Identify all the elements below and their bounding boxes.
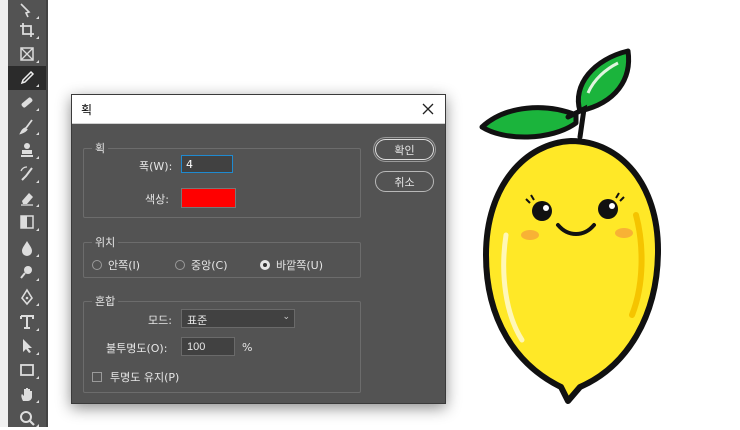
radio-outside[interactable]: 바깥쪽(U)	[260, 257, 323, 273]
healing-brush-tool[interactable]	[8, 90, 46, 114]
arrow-icon	[23, 339, 32, 353]
more-tools-indicator	[36, 352, 39, 355]
radio-outside-label: 바깥쪽(U)	[276, 259, 323, 272]
more-tools-indicator	[36, 278, 39, 281]
eyedropper-icon	[20, 70, 35, 85]
more-tools-indicator	[36, 156, 39, 159]
preserve-transparency-checkbox[interactable]: 투명도 유지(P)	[92, 369, 179, 385]
eraser-icon	[21, 193, 33, 206]
more-tools-indicator	[36, 108, 39, 111]
frame-icon	[20, 47, 34, 61]
more-tools-indicator	[36, 254, 39, 257]
radio-dot	[92, 260, 102, 270]
color-swatch[interactable]	[181, 188, 236, 208]
gradient-icon	[20, 215, 34, 229]
stroke-dialog: 획 획 폭(W): 색상: 위치 안쪽(I) 중앙(C) 바깥쪽(U) 혼합 모…	[71, 94, 446, 404]
tools-panel	[0, 0, 48, 427]
radio-dot	[260, 260, 270, 270]
clone-stamp-tool[interactable]	[8, 138, 46, 162]
location-legend: 위치	[95, 236, 116, 249]
blur-tool[interactable]	[8, 236, 46, 260]
stamp-icon	[21, 143, 33, 157]
close-button[interactable]	[417, 98, 439, 120]
frame-tool[interactable]	[8, 42, 46, 66]
radio-inside-label: 안쪽(I)	[108, 259, 141, 272]
rectangle-tool[interactable]	[8, 358, 46, 382]
mode-label: 모드:	[148, 314, 172, 327]
opacity-unit: %	[242, 341, 253, 354]
lemon-illustration	[479, 48, 661, 404]
zoom-tool[interactable]	[8, 406, 46, 430]
lemon-body	[483, 138, 661, 404]
opacity-label: 불투명도(O):	[106, 342, 168, 355]
more-tools-indicator	[36, 60, 39, 63]
toolbar-edge	[46, 0, 48, 427]
more-tools-indicator	[36, 376, 39, 379]
history-brush-tool[interactable]	[8, 162, 46, 186]
more-tools-indicator	[36, 400, 39, 403]
drop-icon	[22, 241, 32, 256]
mode-select[interactable]: 표준 ⌄	[181, 309, 295, 328]
opacity-input[interactable]	[181, 337, 235, 356]
hand-icon	[21, 388, 32, 401]
type-tool[interactable]	[8, 310, 46, 334]
color-label: 색상:	[145, 193, 169, 206]
chevron-down-icon: ⌄	[282, 312, 290, 322]
stroke-legend: 획	[95, 142, 106, 155]
cancel-button[interactable]: 취소	[375, 171, 434, 192]
more-tools-indicator	[36, 228, 39, 231]
zoom-icon	[20, 411, 35, 426]
blending-legend: 혼합	[95, 295, 116, 308]
more-tools-indicator	[36, 180, 39, 183]
more-tools-indicator	[36, 36, 39, 39]
gradient-tool[interactable]	[8, 210, 46, 234]
preserve-transparency-label: 투명도 유지(P)	[110, 371, 180, 384]
path-selection-tool[interactable]	[8, 334, 46, 358]
type-icon	[20, 315, 34, 329]
radio-inside[interactable]: 안쪽(I)	[92, 257, 140, 273]
history-brush-icon	[20, 166, 33, 181]
more-tools-indicator	[36, 132, 39, 135]
dialog-titlebar[interactable]: 획	[72, 95, 445, 124]
more-tools-indicator	[36, 84, 39, 87]
radio-center[interactable]: 중앙(C)	[175, 257, 228, 273]
pen-tool[interactable]	[8, 285, 46, 309]
pen-icon	[21, 288, 33, 306]
lemon-leaf	[479, 48, 632, 140]
brush-icon	[19, 119, 33, 135]
more-tools-indicator	[36, 303, 39, 306]
width-label: 폭(W):	[139, 160, 173, 173]
brush-tool[interactable]	[8, 114, 46, 138]
hand-tool[interactable]	[8, 382, 46, 406]
radio-dot	[175, 260, 185, 270]
radio-center-label: 중앙(C)	[191, 259, 228, 272]
rectangle-icon	[20, 364, 34, 376]
width-input[interactable]	[181, 155, 233, 173]
dodge-icon	[20, 266, 32, 279]
crop-tool[interactable]	[8, 18, 46, 42]
dodge-tool[interactable]	[8, 260, 46, 284]
checkbox-box	[92, 372, 102, 382]
mode-value: 표준	[187, 314, 208, 327]
eyedropper-tool[interactable]	[8, 66, 46, 90]
move-icon	[20, 3, 31, 18]
more-tools-indicator	[36, 328, 39, 331]
close-icon	[422, 103, 434, 115]
eraser-tool[interactable]	[8, 186, 46, 210]
bandage-icon	[21, 97, 33, 108]
more-tools-indicator	[36, 204, 39, 207]
dialog-title: 획	[81, 103, 93, 117]
crop-icon	[20, 23, 34, 37]
ok-button[interactable]: 확인	[375, 139, 434, 160]
